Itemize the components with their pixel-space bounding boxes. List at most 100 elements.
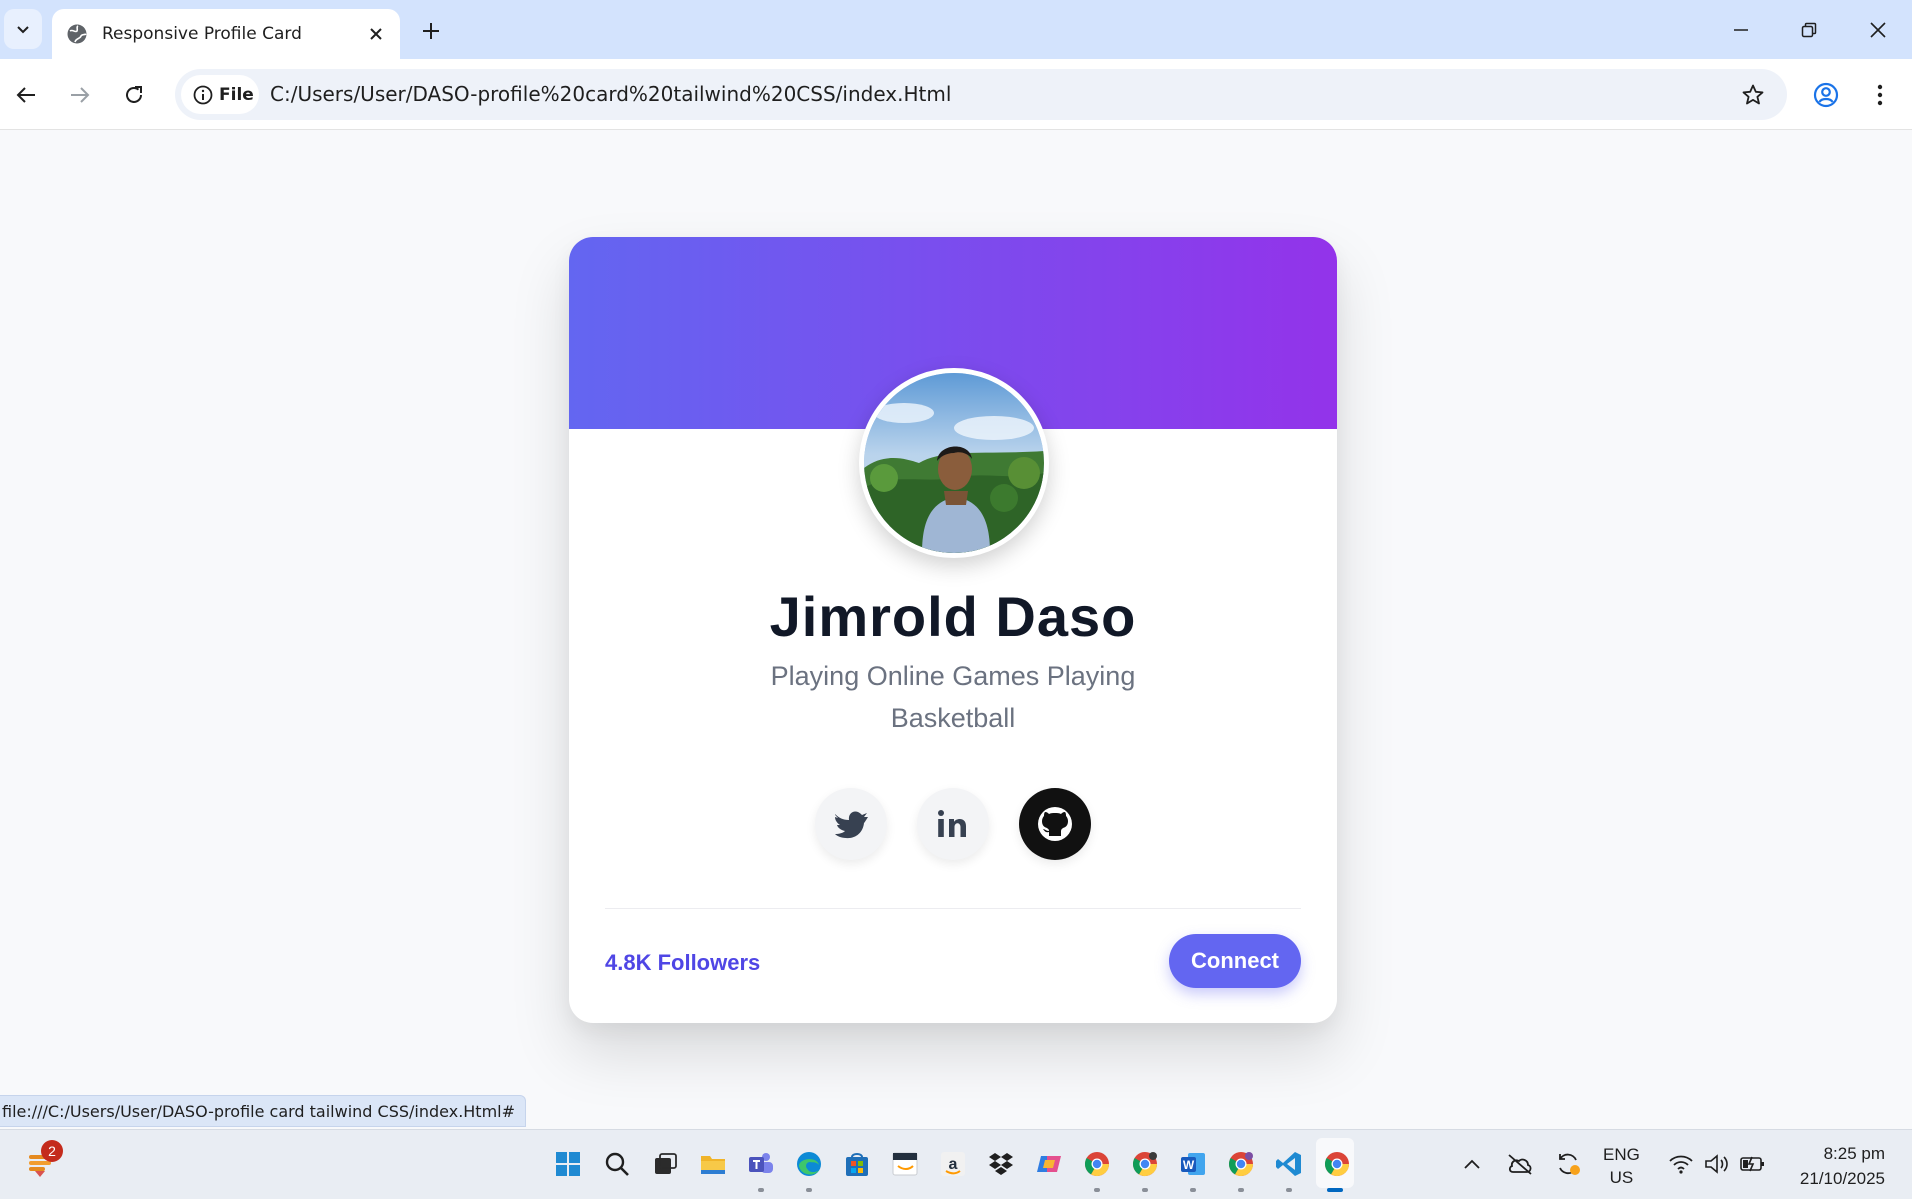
- running-indicator: [1190, 1188, 1196, 1192]
- globe-icon: [67, 24, 87, 44]
- github-icon: [1038, 807, 1072, 841]
- chrome-icon: [1132, 1152, 1157, 1177]
- avatar: [859, 368, 1049, 558]
- chrome-button-2[interactable]: [1130, 1149, 1160, 1179]
- onedrive-button[interactable]: [1505, 1149, 1535, 1179]
- star-icon: [1742, 84, 1764, 105]
- word-icon: W: [1181, 1153, 1205, 1175]
- file-explorer-button[interactable]: [698, 1149, 728, 1179]
- notification-badge: 2: [41, 1140, 63, 1162]
- twitter-icon: [835, 811, 868, 839]
- active-indicator: [1327, 1188, 1343, 1192]
- task-view-button[interactable]: [650, 1149, 680, 1179]
- social-links: [569, 788, 1337, 860]
- site-info-chip[interactable]: File: [181, 75, 259, 114]
- status-url: file:///C:/Users/User/DASO-profile card …: [0, 1095, 527, 1127]
- battery-button[interactable]: [1738, 1149, 1768, 1179]
- start-button[interactable]: [553, 1149, 583, 1179]
- close-icon: [1870, 22, 1886, 38]
- bookmark-button[interactable]: [1739, 81, 1767, 109]
- microsoft-store-icon: [846, 1153, 868, 1176]
- profile-name: Jimrold Daso: [769, 585, 1137, 648]
- forward-button[interactable]: [61, 76, 99, 114]
- volume-button[interactable]: [1702, 1149, 1732, 1179]
- tab-title: Responsive Profile Card: [102, 24, 302, 44]
- windows-logo-icon: [556, 1152, 580, 1176]
- more-vert-icon: [1877, 84, 1883, 106]
- profile-bio: Playing Online Games Playing Basketball: [770, 661, 1136, 733]
- folder-icon: [701, 1156, 725, 1174]
- chevron-up-icon: [1464, 1159, 1480, 1169]
- vscode-icon: [1276, 1152, 1301, 1176]
- running-indicator: [806, 1188, 812, 1192]
- url-text[interactable]: C:/Users/User/DASO-profile%20card%20tail…: [270, 82, 951, 106]
- profile-button[interactable]: [1807, 76, 1845, 114]
- language-label: ENG: [1603, 1145, 1640, 1164]
- store-button[interactable]: [842, 1149, 872, 1179]
- search-button[interactable]: [602, 1149, 632, 1179]
- minimize-button[interactable]: [1716, 10, 1766, 50]
- volume-icon: [1705, 1154, 1728, 1174]
- edge-icon: [797, 1152, 821, 1176]
- tab-strip: Responsive Profile Card: [0, 0, 1912, 59]
- word-button[interactable]: W: [1178, 1149, 1208, 1179]
- svg-text:a: a: [949, 1156, 958, 1173]
- amazon-app-button[interactable]: a: [938, 1149, 968, 1179]
- taskbar: 2 a W ENG US 8:25 pm 21/10/2025: [0, 1129, 1912, 1199]
- running-indicator: [1238, 1188, 1244, 1192]
- teams-icon: [749, 1153, 773, 1173]
- region-label: US: [1609, 1168, 1634, 1187]
- vscode-button[interactable]: [1274, 1149, 1304, 1179]
- dropbox-button[interactable]: [986, 1149, 1016, 1179]
- cloud-off-icon: [1508, 1154, 1532, 1175]
- copilot-icon: [1037, 1156, 1061, 1172]
- amazon-a-icon: a: [941, 1152, 965, 1176]
- info-icon: [193, 85, 213, 104]
- running-indicator: [1094, 1188, 1100, 1192]
- chrome-icon: [1324, 1152, 1349, 1177]
- chrome-button-1[interactable]: [1082, 1149, 1112, 1179]
- new-tab-button[interactable]: [416, 16, 446, 46]
- card-divider: [605, 908, 1301, 909]
- copilot-button[interactable]: [1034, 1149, 1064, 1179]
- linkedin-button[interactable]: [917, 788, 989, 860]
- chrome-button-3[interactable]: [1226, 1149, 1256, 1179]
- battery-charging-icon: [1740, 1156, 1764, 1172]
- address-bar[interactable]: File C:/Users/User/DASO-profile%20card%2…: [175, 69, 1787, 120]
- language-indicator[interactable]: ENG US: [1603, 1143, 1640, 1189]
- close-icon: [370, 28, 382, 40]
- task-view-icon: [655, 1153, 677, 1174]
- search-icon: [605, 1152, 629, 1176]
- twitter-button[interactable]: [815, 788, 887, 860]
- back-arrow-icon: [16, 87, 35, 103]
- chrome-icon: [1228, 1152, 1253, 1177]
- connect-button[interactable]: Connect: [1169, 934, 1301, 988]
- menu-button[interactable]: [1861, 76, 1899, 114]
- clock-date: 21/10/2025: [1799, 1169, 1885, 1188]
- amazon-icon: [892, 1152, 918, 1176]
- github-button[interactable]: [1019, 788, 1091, 860]
- clock[interactable]: 8:25 pm 21/10/2025: [1800, 1141, 1885, 1191]
- sync-button[interactable]: [1553, 1149, 1583, 1179]
- browser-tab[interactable]: Responsive Profile Card: [52, 9, 400, 59]
- close-tab-button[interactable]: [364, 22, 388, 46]
- chrome-button-active[interactable]: [1322, 1149, 1352, 1179]
- followers-count: 4.8K Followers: [605, 950, 761, 975]
- close-window-button[interactable]: [1853, 10, 1903, 50]
- edge-button[interactable]: [794, 1149, 824, 1179]
- dropbox-icon: [989, 1153, 1013, 1175]
- show-hidden-icons-button[interactable]: [1457, 1149, 1487, 1179]
- browser-toolbar: File C:/Users/User/DASO-profile%20card%2…: [0, 59, 1912, 130]
- back-button[interactable]: [7, 76, 45, 114]
- amazon-button[interactable]: [890, 1149, 920, 1179]
- restore-icon: [1801, 22, 1817, 38]
- tab-search-button[interactable]: [4, 9, 42, 49]
- reload-icon: [126, 86, 142, 103]
- reload-button[interactable]: [115, 76, 153, 114]
- svg-text:W: W: [1183, 1158, 1195, 1172]
- chevron-down-icon: [17, 26, 29, 34]
- teams-button[interactable]: [746, 1149, 776, 1179]
- restore-button[interactable]: [1784, 10, 1834, 50]
- wifi-button[interactable]: [1666, 1149, 1696, 1179]
- sync-icon: [1559, 1153, 1580, 1175]
